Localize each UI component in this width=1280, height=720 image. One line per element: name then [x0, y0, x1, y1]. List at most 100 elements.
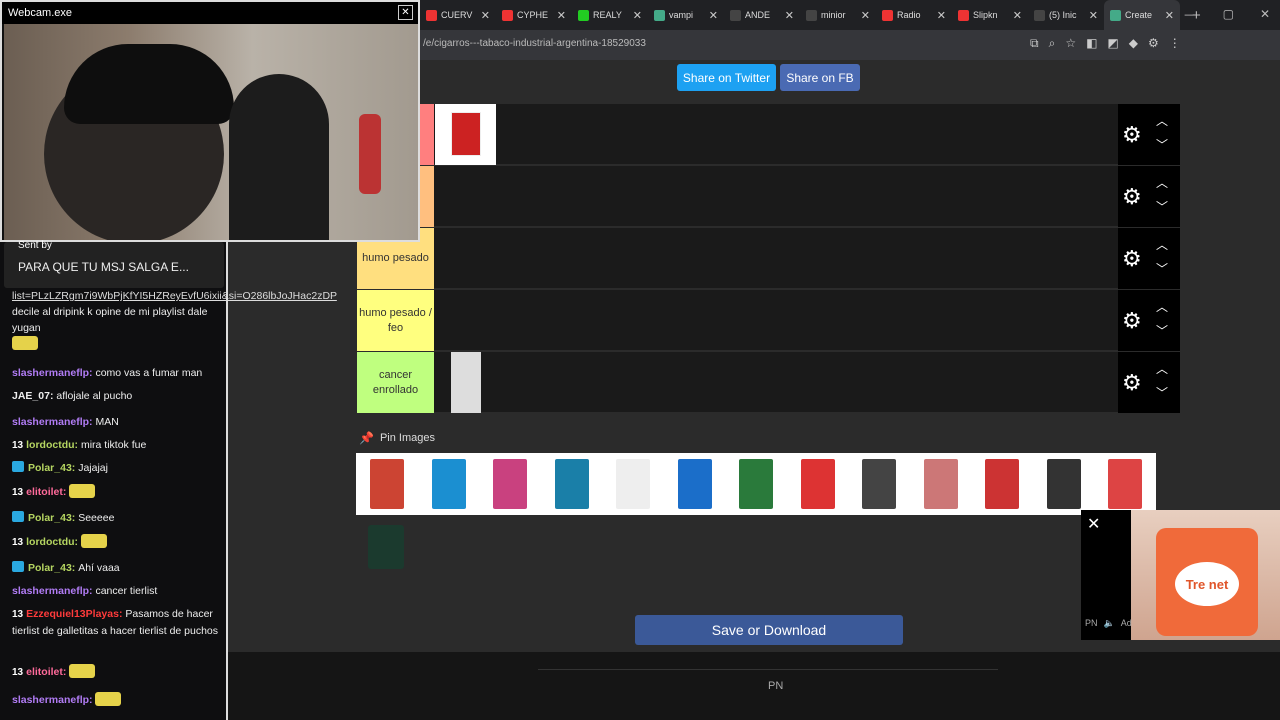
- tab-close-icon[interactable]: ✕: [1013, 9, 1022, 22]
- chevron-up-icon[interactable]: ︿: [1156, 174, 1168, 191]
- gear-icon[interactable]: ⚙: [1122, 122, 1142, 148]
- pool-image[interactable]: [356, 517, 417, 578]
- chat-username[interactable]: slashermaneflp: [12, 694, 89, 706]
- pool-image[interactable]: [1032, 453, 1094, 515]
- pool-image[interactable]: [725, 453, 787, 515]
- chat-message: Polar_43: Ahí vaaa: [12, 560, 222, 576]
- bookmark-star-icon[interactable]: ☆: [1065, 36, 1076, 51]
- chevron-down-icon[interactable]: ﹀: [1156, 260, 1168, 277]
- chat-username[interactable]: slashermaneflp: [12, 367, 89, 379]
- tier-controls: ⚙ ︿ ﹀: [1118, 352, 1180, 413]
- pool-image[interactable]: [540, 453, 602, 515]
- tab-close-icon[interactable]: ✕: [937, 9, 946, 22]
- chat-username[interactable]: lordoctdu: [26, 439, 74, 451]
- pool-image[interactable]: [848, 453, 910, 515]
- chevron-up-icon[interactable]: ︿: [1156, 360, 1168, 377]
- webcam-close-icon[interactable]: ✕: [398, 5, 413, 20]
- tab-close-icon[interactable]: ✕: [557, 9, 566, 22]
- window-close-icon[interactable]: ✕: [1260, 7, 1270, 21]
- chat-username[interactable]: Ezzequiel13Playas: [26, 608, 119, 620]
- tab-favicon-icon: [426, 9, 437, 21]
- pool-image[interactable]: [909, 453, 971, 515]
- browser-tab[interactable]: CYPHE ✕: [496, 0, 572, 30]
- tier-item-image[interactable]: [451, 352, 481, 413]
- chat-username[interactable]: elitoilet: [26, 666, 63, 678]
- tier-label[interactable]: cancer enrollado: [357, 352, 434, 413]
- chat-username[interactable]: Polar_43: [28, 562, 72, 574]
- chevron-up-icon[interactable]: ︿: [1156, 298, 1168, 315]
- pin-images-toggle[interactable]: 📌 Pin Images: [359, 431, 435, 445]
- tab-label: Create: [1125, 10, 1153, 20]
- chat-username[interactable]: lordoctdu: [26, 536, 74, 548]
- chat-username[interactable]: Polar_43: [28, 462, 72, 474]
- tab-label: Radio: [897, 10, 921, 20]
- emote-icon: [69, 484, 96, 498]
- gear-icon[interactable]: ⚙: [1122, 308, 1142, 334]
- browser-tab[interactable]: Slipkn ✕: [952, 0, 1028, 30]
- tab-label: REALY: [593, 10, 622, 20]
- extension-icon[interactable]: ◆: [1129, 36, 1138, 51]
- url-text[interactable]: /e/cigarros---tabaco-industrial-argentin…: [423, 38, 646, 49]
- pool-image[interactable]: [479, 453, 541, 515]
- puzzle-icon[interactable]: ⚙: [1148, 36, 1159, 51]
- badge-icon: [12, 561, 24, 572]
- chevron-up-icon[interactable]: ︿: [1156, 112, 1168, 129]
- tier-item-image[interactable]: [435, 104, 496, 165]
- chat-username[interactable]: slashermaneflp: [12, 585, 89, 597]
- browser-tab[interactable]: CUERV ✕: [420, 0, 496, 30]
- maximize-icon[interactable]: ▢: [1223, 7, 1234, 21]
- webcam-window[interactable]: Webcam.exe ✕: [0, 0, 420, 242]
- footer-divider: [538, 669, 998, 670]
- pool-image[interactable]: [417, 453, 479, 515]
- pool-image[interactable]: [663, 453, 725, 515]
- cigarette-pack-image: [862, 459, 896, 509]
- menu-icon[interactable]: ⋮: [1169, 36, 1181, 51]
- browser-tab[interactable]: Radio ✕: [876, 0, 952, 30]
- browser-tab[interactable]: (5) Inic ✕: [1028, 0, 1104, 30]
- chevron-down-icon[interactable]: ﹀: [1156, 384, 1168, 401]
- browser-tab[interactable]: vampi ✕: [648, 0, 724, 30]
- pool-image[interactable]: [971, 453, 1033, 515]
- tab-close-icon[interactable]: ✕: [709, 9, 718, 22]
- tier-controls: ⚙ ︿ ﹀: [1118, 228, 1180, 289]
- chevron-down-icon[interactable]: ﹀: [1156, 136, 1168, 153]
- video-ad[interactable]: ✕ Tre net PN 🔈 Ad: [1081, 510, 1280, 640]
- tab-close-icon[interactable]: ✕: [785, 9, 794, 22]
- save-download-button[interactable]: Save or Download: [635, 615, 903, 645]
- tab-close-icon[interactable]: ✕: [1165, 9, 1174, 22]
- share-fb-button[interactable]: Share on FB: [780, 64, 860, 91]
- chat-link[interactable]: list=PLzLZRgm7i9WbPjKfYI5HZReyEvfU6ixii&…: [12, 290, 337, 302]
- tab-close-icon[interactable]: ✕: [633, 9, 642, 22]
- chat-username[interactable]: Polar_43: [28, 512, 72, 524]
- tier-label[interactable]: humo pesado / feo: [357, 290, 434, 351]
- chevron-down-icon[interactable]: ﹀: [1156, 322, 1168, 339]
- extension-icon[interactable]: ◧: [1086, 36, 1097, 51]
- browser-tab[interactable]: REALY ✕: [572, 0, 648, 30]
- chat-username[interactable]: slashermaneflp: [12, 416, 89, 428]
- browser-tab[interactable]: Create ✕: [1104, 0, 1180, 30]
- browser-tab[interactable]: minior ✕: [800, 0, 876, 30]
- volume-icon[interactable]: 🔈: [1104, 618, 1115, 629]
- extension-icon[interactable]: ◩: [1107, 36, 1118, 51]
- tab-close-icon[interactable]: ✕: [1089, 9, 1098, 22]
- tab-close-icon[interactable]: ✕: [481, 9, 490, 22]
- browser-tab[interactable]: ANDE ✕: [724, 0, 800, 30]
- chat-username[interactable]: elitoilet: [26, 486, 63, 498]
- translate-icon[interactable]: ⧉: [1030, 36, 1039, 51]
- ad-close-icon[interactable]: ✕: [1087, 514, 1100, 534]
- minimize-icon[interactable]: —: [1185, 7, 1197, 21]
- pool-image[interactable]: [356, 453, 418, 515]
- pool-image[interactable]: [602, 453, 664, 515]
- chevron-down-icon[interactable]: ﹀: [1156, 198, 1168, 215]
- pool-image[interactable]: [1094, 453, 1156, 515]
- zoom-icon[interactable]: ⌕: [1049, 36, 1056, 51]
- pool-image[interactable]: [786, 453, 848, 515]
- chat-message: slashermaneflp: como vas a fumar man: [12, 365, 222, 381]
- chevron-up-icon[interactable]: ︿: [1156, 236, 1168, 253]
- tab-close-icon[interactable]: ✕: [861, 9, 870, 22]
- gear-icon[interactable]: ⚙: [1122, 184, 1142, 210]
- chat-username[interactable]: JAE_07: [12, 390, 50, 402]
- share-twitter-button[interactable]: Share on Twitter: [677, 64, 776, 91]
- gear-icon[interactable]: ⚙: [1122, 246, 1142, 272]
- gear-icon[interactable]: ⚙: [1122, 370, 1142, 396]
